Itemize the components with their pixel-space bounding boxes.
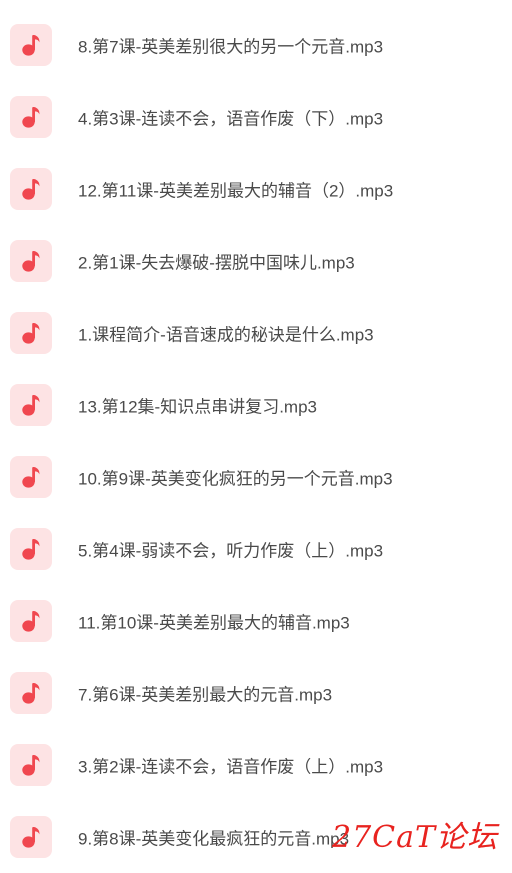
- music-note-icon: [10, 672, 52, 714]
- forum-watermark: 27CaT论坛: [332, 820, 499, 855]
- music-note-icon: [10, 240, 52, 282]
- file-row[interactable]: 2.第1课-失去爆破-摆脱中国味儿.mp3: [0, 225, 512, 297]
- file-name: 5.第4课-弱读不会，听力作废（上）.mp3: [78, 541, 384, 561]
- file-name: 3.第2课-连读不会，语音作废（上）.mp3: [78, 757, 384, 777]
- music-note-icon: [10, 600, 52, 642]
- music-note-icon: [10, 96, 52, 138]
- file-name: 13.第12集-知识点串讲复习.mp3: [78, 397, 317, 417]
- file-name: 1.课程简介-语音速成的秘诀是什么.mp3: [78, 325, 374, 345]
- music-note-icon: [10, 384, 52, 426]
- file-name: 11.第10课-英美差别最大的辅音.mp3: [78, 613, 350, 633]
- file-name: 7.第6课-英美差别最大的元音.mp3: [78, 685, 333, 705]
- music-note-icon: [10, 312, 52, 354]
- file-row[interactable]: 8.第7课-英美差别很大的另一个元音.mp3: [0, 9, 512, 81]
- music-note-icon: [10, 816, 52, 858]
- file-name: 8.第7课-英美差别很大的另一个元音.mp3: [78, 37, 384, 57]
- file-row[interactable]: 4.第3课-连读不会，语音作废（下）.mp3: [0, 81, 512, 153]
- file-name: 2.第1课-失去爆破-摆脱中国味儿.mp3: [78, 253, 355, 273]
- music-note-icon: [10, 24, 52, 66]
- music-note-icon: [10, 744, 52, 786]
- file-row[interactable]: 7.第6课-英美差别最大的元音.mp3: [0, 657, 512, 729]
- file-row[interactable]: 3.第2课-连读不会，语音作废（上）.mp3: [0, 729, 512, 801]
- file-row[interactable]: 13.第12集-知识点串讲复习.mp3: [0, 369, 512, 441]
- file-row[interactable]: 1.课程简介-语音速成的秘诀是什么.mp3: [0, 297, 512, 369]
- file-row[interactable]: 12.第11课-英美差别最大的辅音（2）.mp3: [0, 153, 512, 225]
- file-row[interactable]: 10.第9课-英美变化疯狂的另一个元音.mp3: [0, 441, 512, 513]
- file-name: 10.第9课-英美变化疯狂的另一个元音.mp3: [78, 469, 393, 489]
- file-name: 12.第11课-英美差别最大的辅音（2）.mp3: [78, 181, 394, 201]
- music-note-icon: [10, 528, 52, 570]
- file-name: 9.第8课-英美变化最疯狂的元音.mp3: [78, 829, 350, 849]
- file-row[interactable]: 5.第4课-弱读不会，听力作废（上）.mp3: [0, 513, 512, 585]
- file-row[interactable]: 11.第10课-英美差别最大的辅音.mp3: [0, 585, 512, 657]
- file-name: 4.第3课-连读不会，语音作废（下）.mp3: [78, 109, 384, 129]
- music-note-icon: [10, 456, 52, 498]
- music-note-icon: [10, 168, 52, 210]
